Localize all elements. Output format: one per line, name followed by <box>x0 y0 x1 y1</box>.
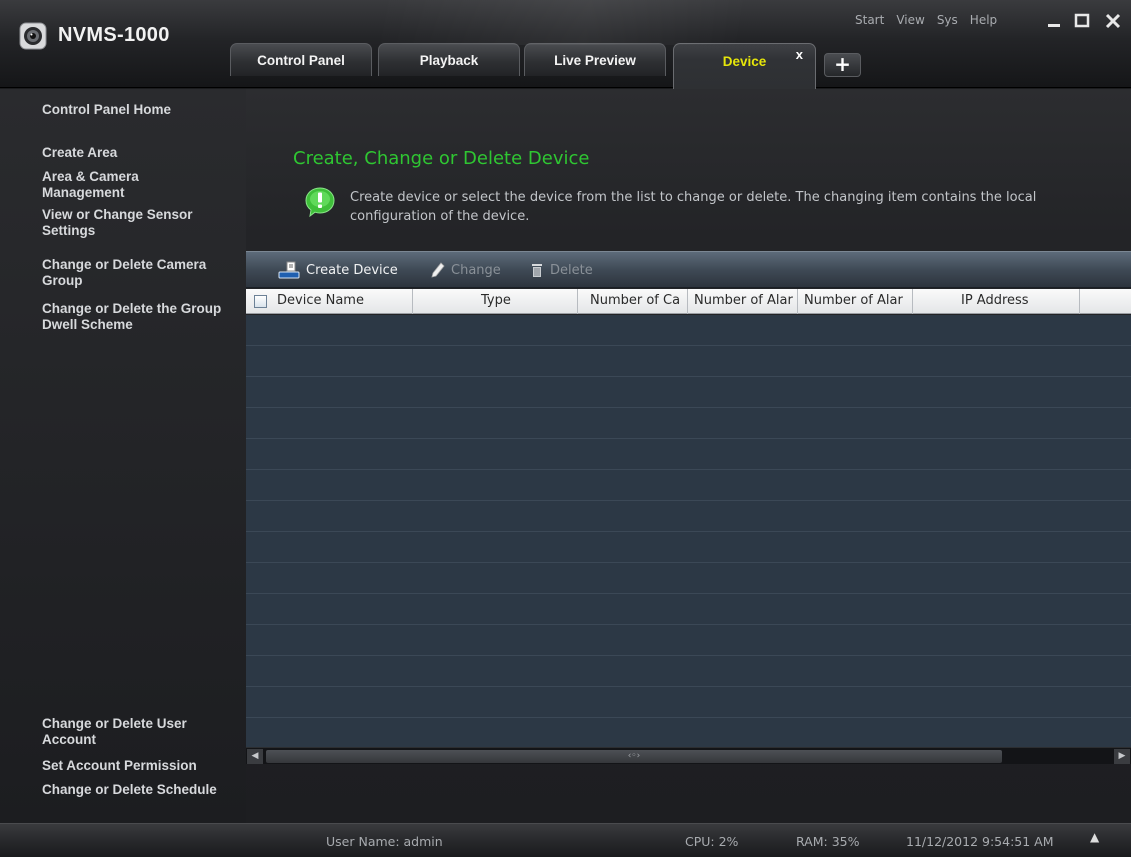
trash-icon <box>532 264 542 277</box>
pencil-icon <box>431 262 445 278</box>
add-tab-button[interactable]: + <box>824 53 861 77</box>
info-description: Create device or select the device from … <box>350 190 1037 224</box>
device-toolbar: Create Device Change Delete <box>246 251 1131 288</box>
delete-label: Delete <box>550 262 593 278</box>
tab-label: Playback <box>419 52 479 68</box>
scrollbar-thumb[interactable]: ‹◦› <box>266 750 1002 763</box>
tab-bar: Control Panel Playback Live Preview Devi… <box>230 43 930 89</box>
tab-live-preview[interactable]: Live Preview <box>524 43 666 76</box>
app-title: NVMS-1000 <box>58 24 170 46</box>
maximize-icon[interactable] <box>1071 12 1093 30</box>
sidebar-item-sensor-settings[interactable]: View or Change Sensor Settings <box>42 207 232 239</box>
status-datetime: 11/12/2012 9:54:51 AM <box>906 834 1054 849</box>
delete-button[interactable]: Delete <box>530 260 593 280</box>
tab-device[interactable]: Device x <box>673 43 816 89</box>
status-ram: RAM: 35% <box>796 834 860 849</box>
create-device-icon <box>278 261 300 279</box>
info-bubble-icon <box>305 187 335 218</box>
create-device-button[interactable]: Create Device <box>278 260 398 280</box>
scroll-right-icon[interactable]: ▶ <box>1114 749 1130 764</box>
column-header-number-of-alarm-outputs[interactable]: Number of Alar <box>798 289 913 314</box>
status-cpu: CPU: 2% <box>685 834 739 849</box>
menu-start[interactable]: Start <box>855 13 884 27</box>
status-user-name: User Name: admin <box>326 834 443 849</box>
main-content: Create, Change or Delete Device Create d… <box>246 89 1131 823</box>
device-table-header: Device Name Type Number of Ca Number of … <box>246 289 1131 314</box>
tab-playback[interactable]: Playback <box>378 43 520 76</box>
sidebar-item-account-permission[interactable]: Set Account Permission <box>42 758 197 774</box>
status-bar: User Name: admin CPU: 2% RAM: 35% 11/12/… <box>0 823 1131 857</box>
column-header-ip-address[interactable]: IP Address <box>913 289 1080 314</box>
header-select-all-cell <box>246 289 273 314</box>
top-menu: Start View Sys Help <box>855 13 997 27</box>
horizontal-scrollbar[interactable]: ◀ ‹◦› ▶ <box>246 747 1131 764</box>
sidebar-item-area-camera-management[interactable]: Area & Camera Management <box>42 169 192 201</box>
sidebar-item-control-panel-home[interactable]: Control Panel Home <box>42 102 171 118</box>
create-device-label: Create Device <box>306 262 398 278</box>
device-table-body[interactable] <box>246 315 1131 747</box>
column-header-more[interactable] <box>1080 289 1131 314</box>
tab-control-panel[interactable]: Control Panel <box>230 43 372 76</box>
change-label: Change <box>451 262 501 278</box>
tab-close-icon[interactable]: x <box>796 47 803 62</box>
column-header-number-of-cameras[interactable]: Number of Ca <box>578 289 688 314</box>
column-header-type[interactable]: Type <box>413 289 578 314</box>
menu-view[interactable]: View <box>896 13 924 27</box>
sidebar-item-camera-group[interactable]: Change or Delete Camera Group <box>42 257 242 289</box>
tab-label: Live Preview <box>554 52 636 68</box>
scroll-left-icon[interactable]: ◀ <box>247 749 263 764</box>
page-title: Create, Change or Delete Device <box>293 148 590 169</box>
column-header-device-name[interactable]: Device Name <box>273 289 413 314</box>
minimize-icon[interactable] <box>1043 12 1065 30</box>
menu-sys[interactable]: Sys <box>937 13 958 27</box>
tab-label: Device <box>722 54 767 69</box>
column-header-number-of-alarm-inputs[interactable]: Number of Alar <box>688 289 798 314</box>
select-all-checkbox[interactable] <box>254 295 267 308</box>
sidebar-item-schedule[interactable]: Change or Delete Schedule <box>42 782 217 798</box>
expand-up-icon[interactable]: ▲ <box>1090 830 1099 844</box>
change-button[interactable]: Change <box>431 260 501 280</box>
title-bar: NVMS-1000 Start View Sys Help Control Pa… <box>0 0 1131 89</box>
sidebar-item-create-area[interactable]: Create Area <box>42 145 117 161</box>
menu-help[interactable]: Help <box>970 13 997 27</box>
close-icon[interactable] <box>1102 12 1124 30</box>
sidebar-item-user-account[interactable]: Change or Delete User Account <box>42 716 232 748</box>
app-logo-icon <box>19 22 47 50</box>
sidebar: Control Panel Home Create Area Area & Ca… <box>0 89 246 823</box>
tab-label: Control Panel <box>257 52 345 68</box>
sidebar-item-group-dwell-scheme[interactable]: Change or Delete the Group Dwell Scheme <box>42 301 246 333</box>
